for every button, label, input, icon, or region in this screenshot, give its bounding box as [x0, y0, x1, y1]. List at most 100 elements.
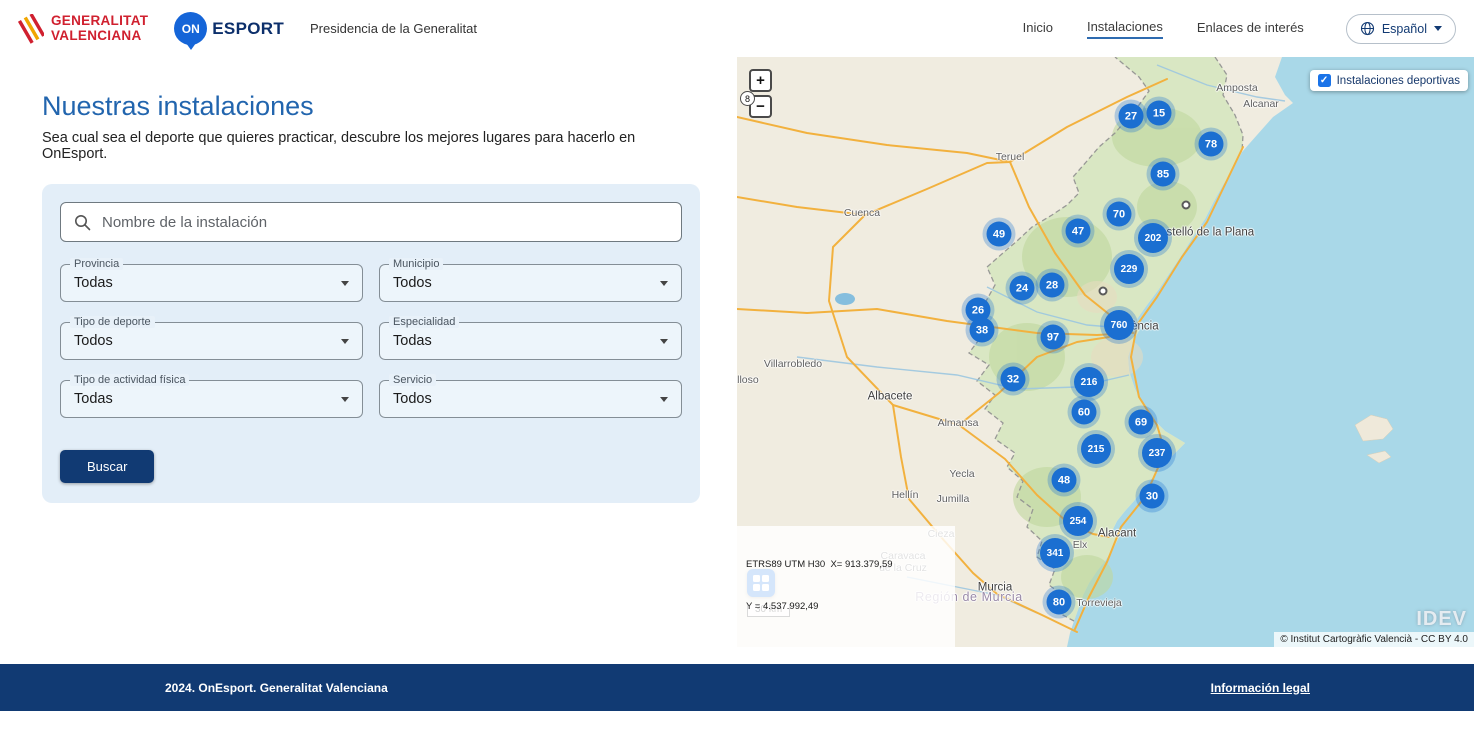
cluster-marker[interactable]: 48	[1052, 468, 1077, 493]
department-name: Presidencia de la Generalitat	[310, 21, 477, 36]
cluster-marker[interactable]: 49	[987, 222, 1012, 247]
cluster-marker[interactable]: 254	[1063, 506, 1093, 536]
chevron-down-icon	[341, 339, 349, 344]
filter-label: Tipo de deporte	[70, 316, 155, 328]
filter-tipo-de-deporte[interactable]: Tipo de deporteTodos	[60, 322, 363, 360]
map-label: Elx	[1073, 539, 1088, 551]
filter-label: Tipo de actividad física	[70, 374, 189, 386]
filter-label: Especialidad	[389, 316, 459, 328]
gv-logo-line1: GENERALITAT	[51, 14, 148, 29]
footer-copyright: 2024. OnEsport. Generalitat Valenciana	[165, 681, 388, 695]
search-panel: ProvinciaTodasMunicipioTodosTipo de depo…	[42, 184, 700, 503]
map-label: Jumilla	[937, 493, 970, 505]
map-label: alloso	[737, 374, 759, 386]
filter-value: Todos	[393, 391, 432, 407]
cluster-marker[interactable]: 30	[1140, 484, 1165, 509]
map-label: Albacete	[868, 390, 913, 403]
zoom-control: + − 8	[749, 69, 772, 118]
header-nav: Inicio Instalaciones Enlaces de interés	[1023, 19, 1304, 39]
language-selector[interactable]: Español	[1346, 14, 1456, 44]
nav-enlaces-de-interes[interactable]: Enlaces de interés	[1197, 20, 1304, 38]
map-label: Hellín	[892, 489, 919, 501]
cluster-marker[interactable]: 69	[1129, 410, 1154, 435]
page-subtitle: Sea cual sea el deporte que quieres prac…	[42, 130, 700, 162]
map-label: Alcanar	[1243, 98, 1279, 110]
cluster-marker[interactable]: 85	[1151, 162, 1176, 187]
chevron-down-icon	[341, 397, 349, 402]
chevron-down-icon	[660, 397, 668, 402]
cluster-marker[interactable]: 237	[1142, 438, 1172, 468]
cluster-marker[interactable]: 216	[1074, 367, 1104, 397]
search-button[interactable]: Buscar	[60, 450, 154, 483]
cluster-marker[interactable]: 70	[1107, 202, 1132, 227]
cluster-marker[interactable]: 47	[1066, 219, 1091, 244]
map-label: Amposta	[1216, 82, 1257, 94]
search-input[interactable]	[102, 214, 668, 231]
filter-servicio[interactable]: ServicioTodos	[379, 380, 682, 418]
content: Nuestras instalaciones Sea cual sea el d…	[0, 57, 737, 647]
filter-value: Todas	[74, 391, 113, 407]
onesport-wordmark: ESPORT	[212, 19, 284, 39]
generalitat-logo[interactable]: GENERALITAT VALENCIANA	[18, 14, 148, 44]
cluster-marker[interactable]: 28	[1040, 273, 1065, 298]
cluster-marker[interactable]: 32	[1001, 367, 1026, 392]
language-label: Español	[1382, 22, 1427, 36]
filter-value: Todas	[74, 275, 113, 291]
cluster-marker[interactable]: 24	[1010, 276, 1035, 301]
cluster-marker[interactable]: 97	[1041, 325, 1066, 350]
filter-label: Provincia	[70, 258, 123, 270]
zoom-in-button[interactable]: +	[749, 69, 772, 92]
footer: 2024. OnEsport. Generalitat Valenciana I…	[0, 664, 1474, 711]
coords-line1: ETRS89 UTM H30 X= 913.379,59	[746, 558, 946, 572]
map-label: Murcia	[978, 581, 1013, 594]
legal-link[interactable]: Información legal	[1211, 681, 1310, 695]
map-label: Alacant	[1098, 527, 1136, 540]
cluster-marker[interactable]: 341	[1040, 538, 1070, 568]
filter-label: Municipio	[389, 258, 443, 270]
chevron-down-icon	[660, 339, 668, 344]
cluster-marker[interactable]: 80	[1047, 590, 1072, 615]
filter-value: Todas	[393, 333, 432, 349]
coords-line2: Y = 4.537.992,49	[746, 600, 946, 614]
facility-marker[interactable]	[1099, 287, 1108, 296]
nav-instalaciones[interactable]: Instalaciones	[1087, 19, 1163, 39]
cluster-marker[interactable]: 15	[1147, 101, 1172, 126]
chevron-down-icon	[341, 281, 349, 286]
cluster-marker[interactable]: 60	[1072, 400, 1097, 425]
cluster-marker[interactable]: 38	[970, 318, 995, 343]
onesport-pin-icon: ON	[174, 12, 207, 45]
coordinates-readout: ETRS89 UTM H30 X= 913.379,59 Y = 4.537.9…	[737, 526, 955, 647]
map-label: Villarrobledo	[764, 358, 822, 370]
search-box	[60, 202, 682, 242]
filter-municipio[interactable]: MunicipioTodos	[379, 264, 682, 302]
map-attribution: © Institut Cartogràfic Valencià - CC BY …	[1274, 632, 1474, 647]
nav-inicio[interactable]: Inicio	[1023, 20, 1053, 38]
map-label: Cuenca	[844, 207, 880, 219]
layer-toggle-label: Instalaciones deportivas	[1337, 75, 1460, 87]
filter-tipo-de-actividad-fisica[interactable]: Tipo de actividad físicaTodas	[60, 380, 363, 418]
globe-icon	[1360, 21, 1375, 36]
cluster-marker[interactable]: 202	[1138, 223, 1168, 253]
filter-value: Todos	[74, 333, 113, 349]
filter-label: Servicio	[389, 374, 436, 386]
filter-provincia[interactable]: ProvinciaTodas	[60, 264, 363, 302]
layer-toggle[interactable]: Instalaciones deportivas	[1310, 70, 1468, 91]
chevron-down-icon	[1434, 26, 1442, 31]
onesport-logo[interactable]: ON ESPORT	[174, 12, 284, 45]
map[interactable]: 2715788570472024922924282638977603221660…	[737, 57, 1474, 647]
cluster-marker[interactable]: 27	[1119, 104, 1144, 129]
gv-logo-line2: VALENCIANA	[51, 29, 148, 44]
zoom-level-badge: 8	[740, 91, 755, 106]
cluster-marker[interactable]: 760	[1104, 310, 1134, 340]
filter-especialidad[interactable]: EspecialidadTodas	[379, 322, 682, 360]
map-label: Almansa	[938, 417, 979, 429]
idev-watermark: IDEV	[1416, 608, 1467, 631]
cluster-marker[interactable]: 229	[1114, 254, 1144, 284]
search-icon	[74, 214, 91, 231]
facility-marker[interactable]	[1182, 201, 1191, 210]
cluster-marker[interactable]: 78	[1199, 132, 1224, 157]
gv-crest-icon	[18, 14, 44, 44]
checkbox-icon[interactable]	[1318, 74, 1331, 87]
cluster-marker[interactable]: 215	[1081, 434, 1111, 464]
filter-value: Todos	[393, 275, 432, 291]
